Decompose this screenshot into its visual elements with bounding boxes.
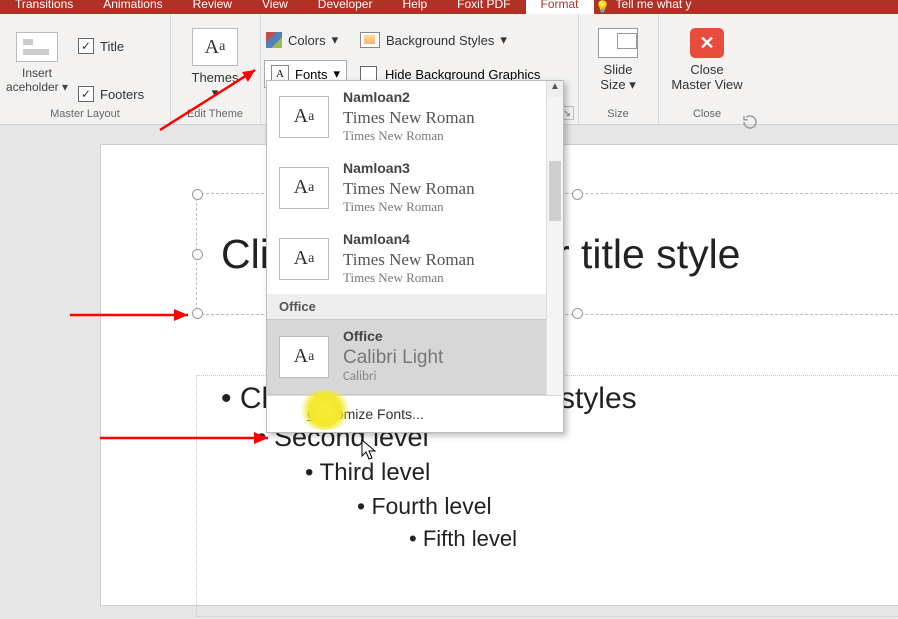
tell-me-icon: 💡: [594, 0, 612, 14]
customize-fonts-item[interactable]: Customize Fonts...: [267, 395, 563, 432]
font-theme-heading: Times New Roman: [343, 178, 475, 199]
title-checkbox[interactable]: ✓ Title: [78, 38, 124, 54]
font-theme-item[interactable]: Aa Namloan3 Times New Roman Times New Ro…: [267, 152, 563, 223]
handle[interactable]: [192, 249, 203, 260]
background-styles-button[interactable]: Background Styles ▾: [360, 32, 507, 48]
tell-me[interactable]: Tell me what y: [612, 0, 707, 14]
annotation-arrow: [100, 428, 280, 448]
font-theme-heading: Times New Roman: [343, 107, 475, 128]
slide-size-icon: [598, 28, 638, 58]
slide-size-button[interactable]: Slide Size ▾: [592, 28, 644, 93]
fonts-dropdown: Aa Namloan2 Times New Roman Times New Ro…: [266, 80, 564, 433]
tab-transitions[interactable]: Transitions: [0, 0, 88, 14]
background-styles-label: Background Styles: [386, 33, 494, 48]
font-theme-name: Namloan4: [343, 231, 475, 249]
background-styles-icon: [360, 32, 380, 48]
highlight-annotation: [297, 390, 353, 430]
tab-foxit[interactable]: Foxit PDF: [442, 0, 525, 14]
ribbon-tabstrip: Transitions Animations Review View Devel…: [0, 0, 898, 14]
group-label-master-layout: Master Layout: [0, 108, 170, 120]
slide-size-label: Slide Size ▾: [592, 62, 644, 93]
mouse-cursor-icon: [360, 438, 380, 467]
font-theme-name: Office: [343, 328, 443, 346]
fonts-section-office: Office: [267, 294, 563, 319]
font-theme-item[interactable]: Aa Namloan2 Times New Roman Times New Ro…: [267, 81, 563, 152]
tab-format[interactable]: Format: [526, 0, 594, 14]
colors-label: Colors: [288, 33, 326, 48]
placeholder-icon: [16, 32, 58, 62]
insert-placeholder-label1: Insert: [2, 66, 72, 80]
handle[interactable]: [572, 189, 583, 200]
colors-button[interactable]: Colors ▾: [266, 32, 338, 48]
group-master-layout: Insert aceholder ▾ ✓ Title ✓ Footers Mas…: [0, 14, 171, 124]
scroll-up-icon[interactable]: ▲: [547, 81, 563, 97]
tab-developer[interactable]: Developer: [303, 0, 388, 14]
rotate-handle[interactable]: [741, 113, 759, 131]
font-theme-heading: Times New Roman: [343, 249, 475, 270]
insert-placeholder-label2: aceholder ▾: [2, 80, 72, 94]
tab-animations[interactable]: Animations: [88, 0, 177, 14]
body-l4[interactable]: Fourth level: [357, 493, 898, 520]
annotation-arrow: [70, 305, 200, 325]
font-theme-item[interactable]: Aa Namloan4 Times New Roman Times New Ro…: [267, 223, 563, 294]
close-icon: ✕: [690, 28, 724, 58]
body-l3[interactable]: Third level: [305, 459, 898, 487]
close-master-label: Close Master View: [670, 62, 744, 92]
footers-checkbox-label: Footers: [100, 87, 144, 102]
font-swatch-icon: Aa: [279, 167, 329, 209]
fonts-dropdown-scrollbar[interactable]: ▲ ▼: [546, 81, 563, 395]
font-theme-body: Times New Roman: [343, 270, 475, 286]
group-close: ✕ Close Master View Close: [658, 14, 756, 124]
tab-review[interactable]: Review: [178, 0, 247, 14]
body-l5[interactable]: Fifth level: [409, 526, 898, 552]
font-theme-body: Times New Roman: [343, 199, 475, 215]
colors-icon: [266, 32, 282, 48]
font-swatch-icon: Aa: [279, 96, 329, 138]
checkbox-icon: ✓: [78, 86, 94, 102]
handle[interactable]: [572, 308, 583, 319]
font-theme-item-selected[interactable]: Aa Office Calibri Light Calibri: [267, 319, 563, 395]
scroll-thumb[interactable]: [549, 161, 561, 221]
footers-checkbox[interactable]: ✓ Footers: [78, 86, 144, 102]
font-swatch-icon: Aa: [279, 336, 329, 378]
tab-help[interactable]: Help: [387, 0, 442, 14]
group-label-size: Size: [578, 108, 658, 120]
tab-view[interactable]: View: [247, 0, 303, 14]
font-theme-name: Namloan2: [343, 89, 475, 107]
font-swatch-icon: Aa: [279, 238, 329, 280]
font-theme-body: Calibri: [343, 369, 443, 385]
checkbox-icon: ✓: [78, 38, 94, 54]
close-master-view-button[interactable]: ✕ Close Master View: [670, 28, 744, 92]
font-theme-heading: Calibri Light: [343, 346, 443, 370]
font-theme-body: Times New Roman: [343, 128, 475, 144]
title-checkbox-label: Title: [100, 39, 124, 54]
annotation-arrow: [150, 60, 270, 140]
font-theme-name: Namloan3: [343, 160, 475, 178]
group-size: Slide Size ▾ Size: [578, 14, 659, 124]
insert-placeholder-button[interactable]: Insert aceholder ▾: [2, 32, 72, 94]
handle[interactable]: [192, 189, 203, 200]
